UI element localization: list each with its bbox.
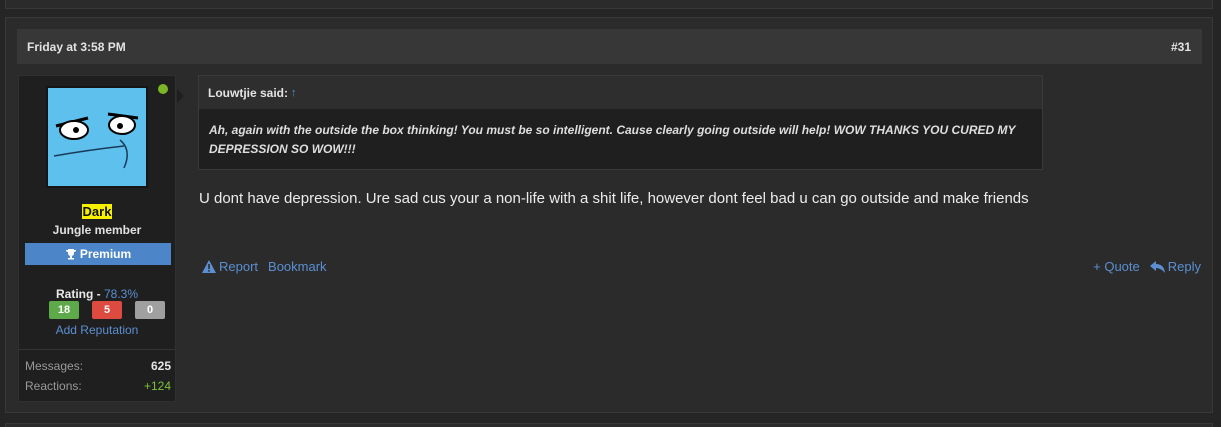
post-number[interactable]: #31 (1171, 40, 1191, 54)
quote-button[interactable]: + Quote (1093, 259, 1140, 274)
reactions-label: Reactions: (25, 379, 82, 393)
messages-stat: Messages: 625 (25, 359, 171, 373)
post-actions-right: + Quote Reply (1093, 259, 1201, 274)
quote-header: Louwtjie said: ↑ (199, 76, 1042, 109)
premium-badge: Premium (25, 243, 171, 265)
post-header: Friday at 3:58 PM #31 (17, 29, 1202, 64)
avatar-image (48, 88, 146, 186)
post-date[interactable]: Friday at 3:58 PM (27, 40, 126, 54)
previous-post-edge (5, 0, 1213, 9)
reply-label[interactable]: Reply (1168, 259, 1201, 274)
quote-jump-icon[interactable]: ↑ (291, 87, 297, 99)
username[interactable]: Dark (19, 203, 175, 221)
premium-label: Premium (79, 247, 132, 261)
reply-icon (1149, 260, 1165, 273)
rep-positive: 18 (49, 301, 79, 319)
reactions-stat: Reactions: +124 (25, 379, 171, 393)
quote-block: Louwtjie said: ↑ Ah, again with the outs… (198, 75, 1043, 170)
rep-negative: 5 (92, 301, 122, 319)
warning-icon (202, 260, 216, 273)
bookmark-label[interactable]: Bookmark (268, 259, 327, 274)
rating-value: 78.3% (103, 287, 139, 301)
next-post-edge (5, 423, 1213, 427)
rating-label: Rating - (55, 287, 104, 301)
username-text[interactable]: Dark (81, 204, 113, 219)
rep-neutral: 0 (135, 301, 165, 319)
forum-post: Friday at 3:58 PM #31 Dark Jungle member (5, 17, 1213, 413)
reputation-counts: 18 5 0 (49, 301, 165, 319)
quote-label[interactable]: + Quote (1093, 259, 1140, 274)
post-actions-left: Report Bookmark (202, 259, 327, 274)
report-label[interactable]: Report (219, 259, 258, 274)
user-title: Jungle member (52, 223, 142, 237)
add-reputation-link[interactable]: Add Reputation (19, 323, 175, 337)
user-card: Dark Jungle member Premium Rating - 78.3… (18, 75, 184, 402)
quote-text: Ah, again with the outside the box think… (209, 123, 1016, 156)
report-button[interactable]: Report (202, 259, 258, 274)
reply-button[interactable]: Reply (1149, 259, 1201, 274)
messages-value: 625 (150, 359, 171, 373)
messages-label: Messages: (25, 359, 84, 373)
avatar[interactable] (46, 86, 148, 188)
trophy-icon (65, 249, 76, 260)
bookmark-button[interactable]: Bookmark (268, 259, 327, 274)
online-indicator (158, 84, 168, 94)
user-card-arrow (177, 89, 184, 103)
quote-author[interactable]: Louwtjie said: (208, 86, 288, 100)
rating: Rating - 78.3% (19, 287, 175, 301)
post-body: U dont have depression. Ure sad cus your… (199, 190, 1029, 207)
user-card-divider (19, 349, 175, 350)
reactions-value[interactable]: +124 (144, 379, 171, 393)
